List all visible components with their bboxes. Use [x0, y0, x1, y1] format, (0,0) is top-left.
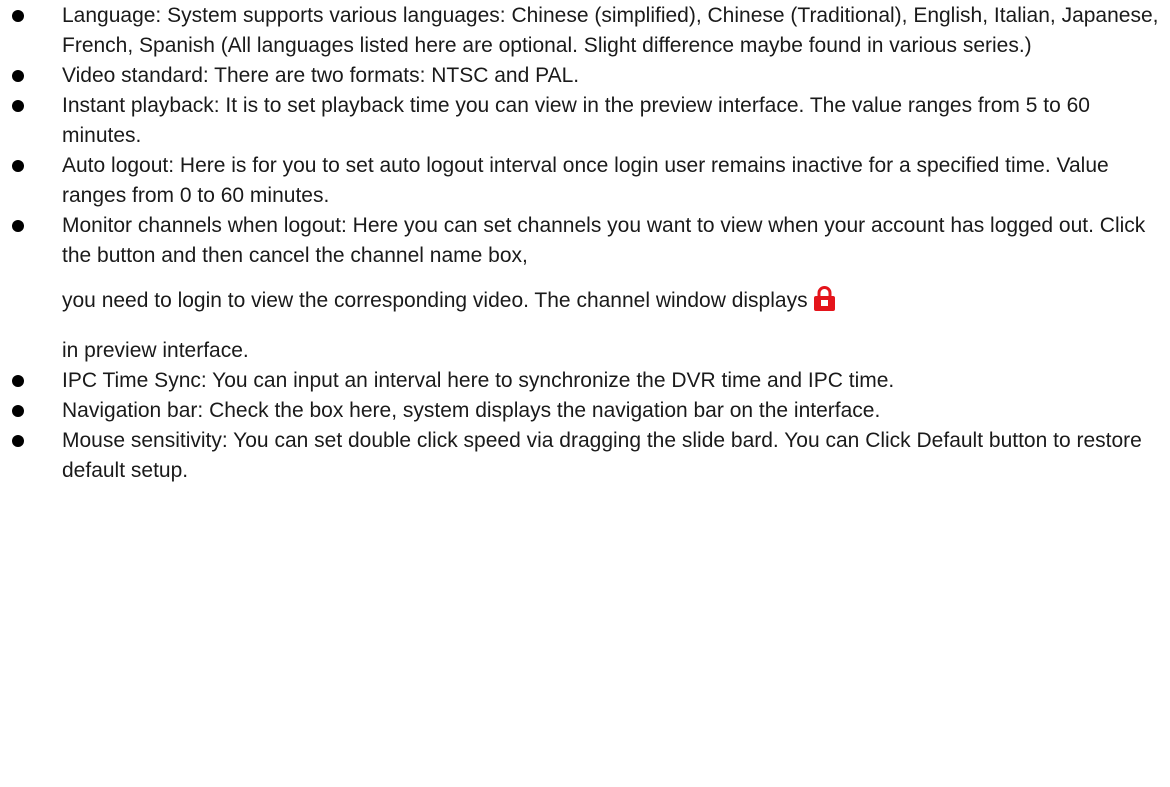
list-item-instant-playback: Instant playback: It is to set playback …	[0, 91, 1170, 151]
settings-bullet-list: Language: System supports various langua…	[0, 1, 1170, 486]
list-item-text-part1: Monitor channels when logout: Here you c…	[62, 214, 1146, 267]
bullet-icon	[12, 405, 24, 417]
list-item-text: Auto logout: Here is for you to set auto…	[62, 154, 1109, 207]
list-item-mouse-sensitivity: Mouse sensitivity: You can set double cl…	[0, 426, 1170, 486]
document-page: Language: System supports various langua…	[0, 0, 1170, 486]
list-item-text: IPC Time Sync: You can input an interval…	[62, 369, 895, 392]
list-item-text-part2: you need to login to view the correspond…	[62, 289, 808, 312]
list-item-monitor-channels: Monitor channels when logout: Here you c…	[0, 211, 1170, 366]
list-item-text: Navigation bar: Check the box here, syst…	[62, 399, 881, 422]
list-item-navigation-bar: Navigation bar: Check the box here, syst…	[0, 396, 1170, 426]
bullet-icon	[12, 70, 24, 82]
list-item-text: Instant playback: It is to set playback …	[62, 94, 1090, 147]
bullet-icon	[12, 160, 24, 172]
bullet-icon	[12, 375, 24, 387]
list-item-language: Language: System supports various langua…	[0, 1, 1170, 61]
bullet-icon	[12, 435, 24, 447]
list-item-ipc-time-sync: IPC Time Sync: You can input an interval…	[0, 366, 1170, 396]
list-item-line-with-icon: you need to login to view the correspond…	[62, 271, 1162, 336]
bullet-icon	[12, 220, 24, 232]
lock-icon	[811, 276, 838, 336]
list-item-line: in preview interface.	[62, 336, 1162, 366]
list-item-text: Video standard: There are two formats: N…	[62, 64, 580, 87]
list-item-text: Mouse sensitivity: You can set double cl…	[62, 429, 1142, 482]
list-item-text: Language: System supports various langua…	[62, 4, 1159, 57]
list-item-video-standard: Video standard: There are two formats: N…	[0, 61, 1170, 91]
bullet-icon	[12, 100, 24, 112]
list-item-auto-logout: Auto logout: Here is for you to set auto…	[0, 151, 1170, 211]
bullet-icon	[12, 10, 24, 22]
list-item-text-part3: in preview interface.	[62, 339, 249, 362]
